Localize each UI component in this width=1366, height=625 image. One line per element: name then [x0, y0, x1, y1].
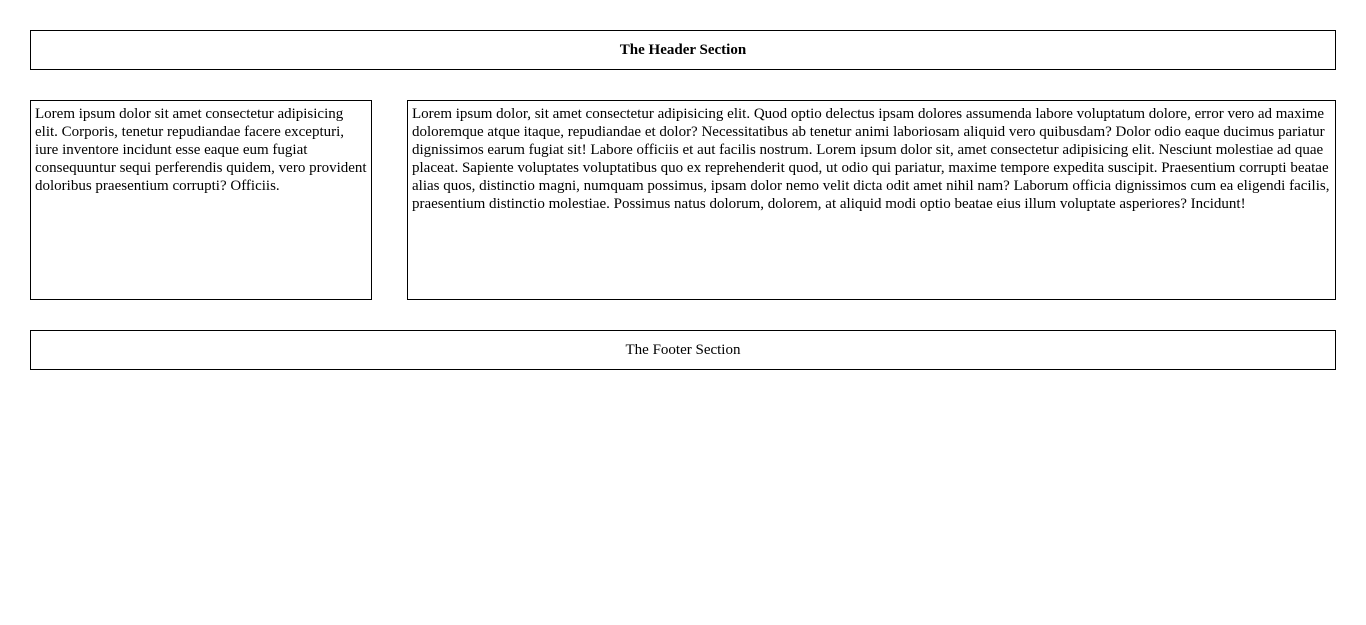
header-title: The Header Section — [619, 41, 747, 58]
sidebar-text: Lorem ipsum dolor sit amet consectetur a… — [35, 106, 367, 194]
footer-title: The Footer Section — [625, 341, 741, 358]
footer-section: The Footer Section — [30, 330, 1336, 370]
main-content-section: Lorem ipsum dolor, sit amet consectetur … — [407, 100, 1336, 300]
main-content-text: Lorem ipsum dolor, sit amet consectetur … — [412, 106, 1330, 212]
sidebar-section: Lorem ipsum dolor sit amet consectetur a… — [30, 100, 372, 300]
header-section: The Header Section — [30, 30, 1336, 70]
